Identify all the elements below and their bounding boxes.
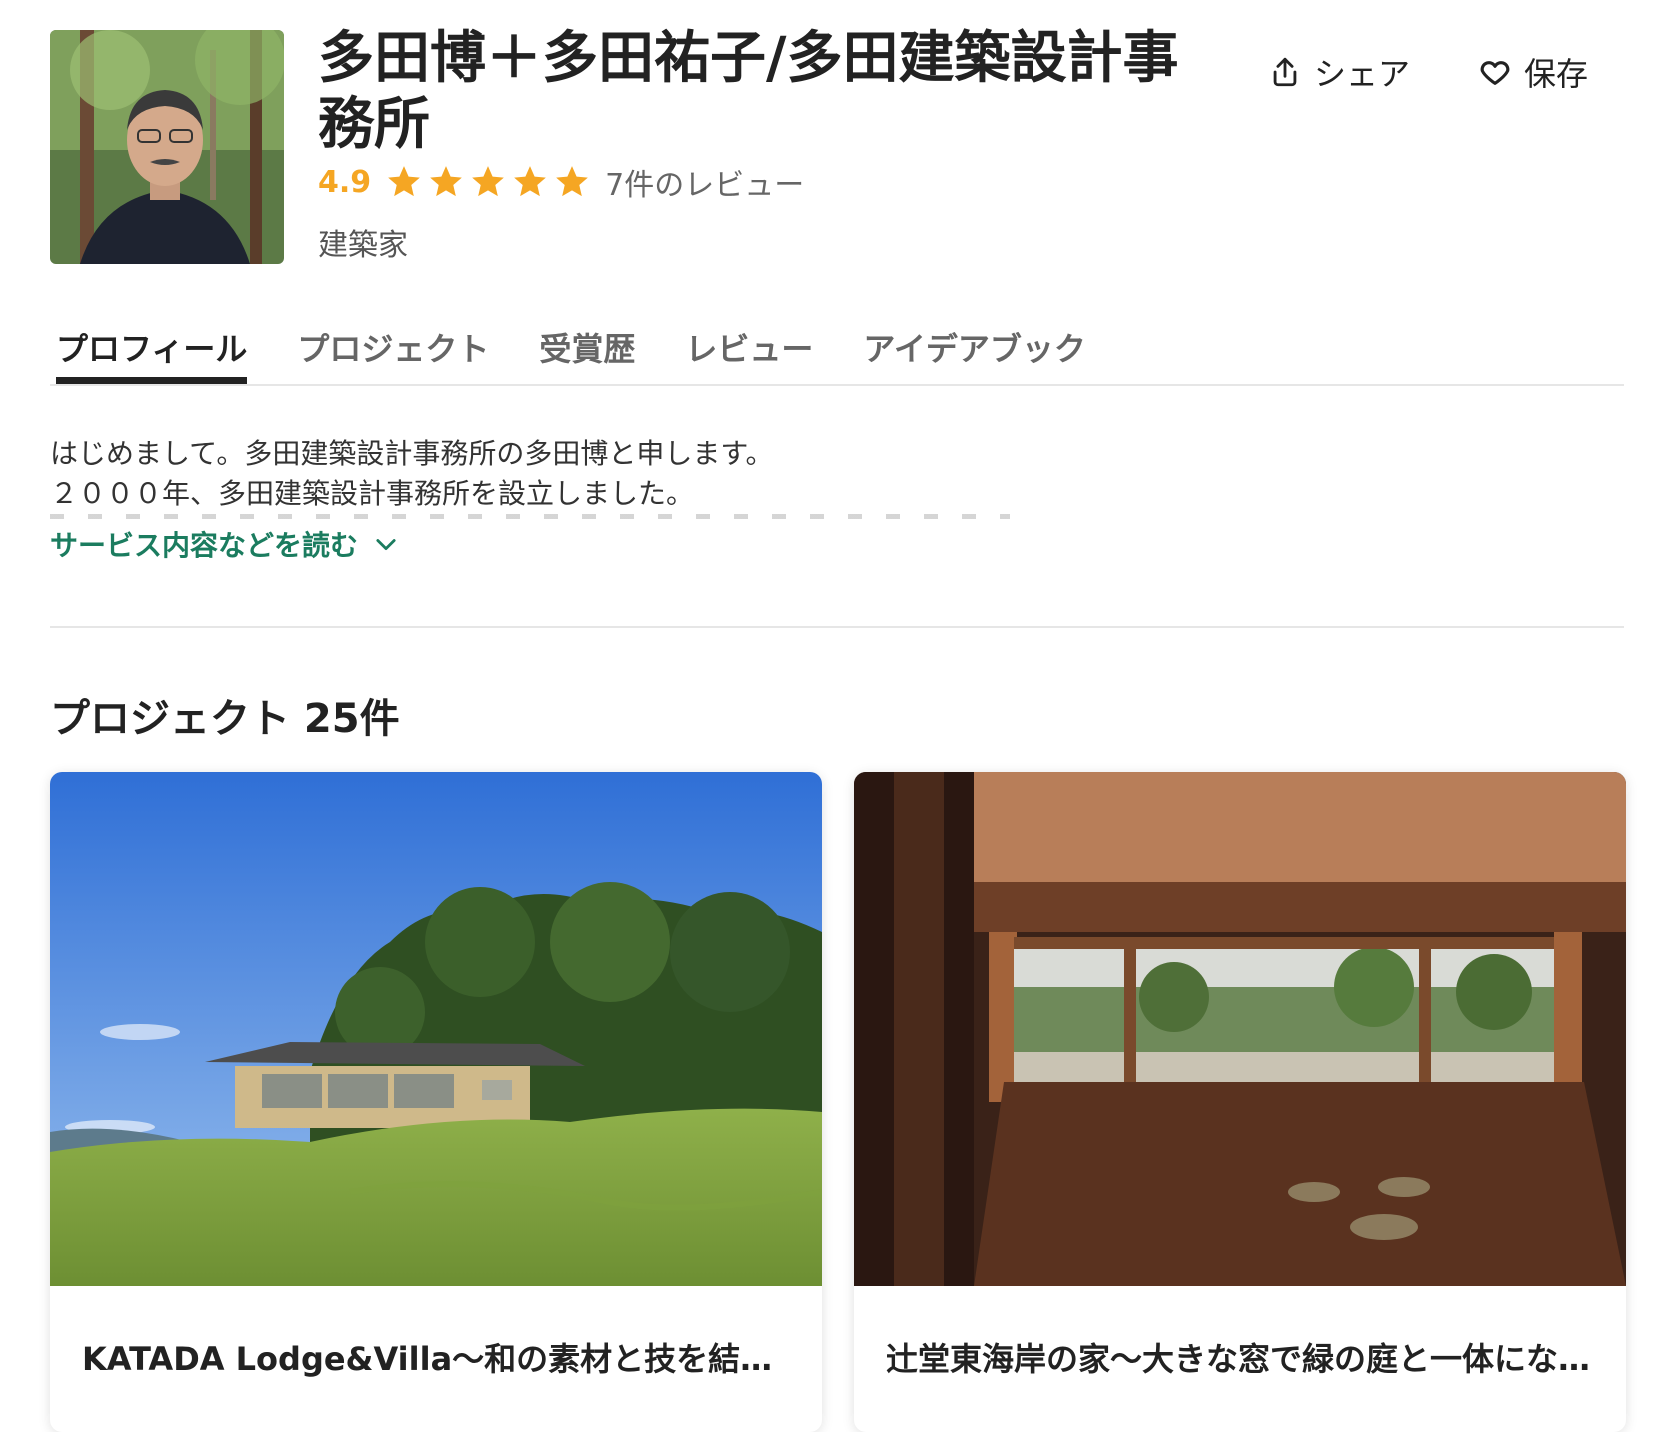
section-divider — [50, 626, 1624, 628]
tab-projects[interactable]: プロジェクト — [297, 318, 489, 384]
chevron-down-icon — [376, 539, 396, 551]
project-card[interactable]: 辻堂東海岸の家〜大きな窓で緑の庭と一体になる住まい — [854, 772, 1626, 1432]
architect-avatar — [50, 30, 284, 264]
tab-awards[interactable]: 受賞歴 — [539, 318, 635, 384]
star-icon — [556, 166, 588, 197]
star-icon — [388, 166, 420, 197]
save-button[interactable]: 保存 — [1478, 50, 1588, 94]
tab-ideabooks[interactable]: アイデアブック — [863, 318, 1085, 384]
project-card[interactable]: KATADA Lodge&Villa〜和の素材と技を結集した山荘 — [50, 772, 822, 1432]
project-card-title: 辻堂東海岸の家〜大きな窓で緑の庭と一体になる住まい — [886, 1340, 1598, 1378]
star-icon — [514, 166, 546, 197]
project-photo — [854, 772, 1626, 1286]
rating-value: 4.9 — [318, 164, 372, 200]
tabs-divider — [50, 384, 1624, 386]
about-line: はじめまして。多田建築設計事務所の多田博と申します。 — [50, 437, 774, 470]
tab-reviews[interactable]: レビュー — [685, 318, 813, 384]
profile-tabs: プロフィール プロジェクト 受賞歴 レビュー アイデアブック — [56, 318, 1136, 384]
profession-category: 建築家 — [318, 228, 408, 263]
about-truncated-fade — [50, 514, 1050, 524]
star-icon — [430, 166, 462, 197]
projects-heading: プロジェクト 25件 — [50, 696, 400, 742]
project-card-title: KATADA Lodge&Villa〜和の素材と技を結集した山荘 — [82, 1340, 794, 1378]
star-rating — [385, 163, 591, 201]
review-count-link[interactable]: 7件のレビュー — [605, 160, 804, 204]
save-label: 保存 — [1524, 55, 1589, 93]
tab-profile[interactable]: プロフィール — [56, 318, 248, 384]
star-icon — [472, 166, 504, 197]
project-photo — [50, 772, 822, 1286]
page-title: 多田博＋多田祐子/多田建築設計事務所 — [318, 26, 1179, 157]
about-line: ２０００年、多田建築設計事務所を設立しました。 — [50, 477, 695, 510]
read-more-label: サービス内容などを読む — [50, 529, 359, 562]
about-text: はじめまして。多田建築設計事務所の多田博と申します。 ２０００年、多田建築設計事… — [50, 434, 1250, 514]
read-more-link[interactable]: サービス内容などを読む — [50, 524, 400, 564]
rating-row: 4.9 7件のレビュー — [318, 160, 804, 204]
share-icon — [1273, 57, 1297, 87]
share-label: シェア — [1314, 55, 1411, 93]
heart-icon — [1480, 61, 1510, 85]
share-button[interactable]: シェア — [1268, 50, 1410, 94]
